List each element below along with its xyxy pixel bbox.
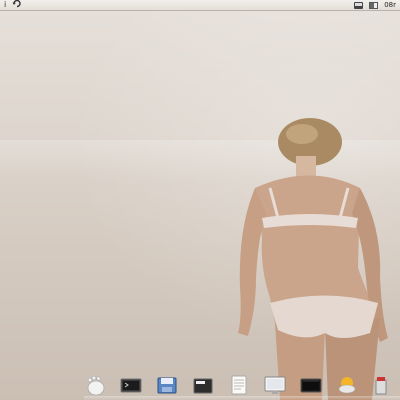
text-editor-icon[interactable] [228,374,250,396]
weather-icon[interactable] [336,374,358,396]
battery-icon[interactable] [369,1,379,9]
top-menu-bar: i 08r [0,0,400,11]
clock[interactable]: 08r [384,1,396,9]
package-icon[interactable] [372,374,394,396]
network-icon[interactable] [354,1,364,9]
monitor-icon[interactable] [264,374,286,396]
menubar-left: i [4,0,22,11]
desktop-wallpaper [0,0,400,400]
terminal-icon[interactable] [120,374,142,396]
file-manager-icon[interactable] [156,374,178,396]
dock-reflection [84,396,400,400]
refresh-icon[interactable] [12,0,22,11]
screen-icon[interactable] [300,374,322,396]
info-icon[interactable]: i [4,0,6,10]
menubar-tray: 08r [354,1,396,9]
dock [84,372,400,396]
window-app-icon[interactable] [192,374,214,396]
wallpaper-figure [238,118,388,400]
gnome-foot-icon[interactable] [84,374,106,396]
